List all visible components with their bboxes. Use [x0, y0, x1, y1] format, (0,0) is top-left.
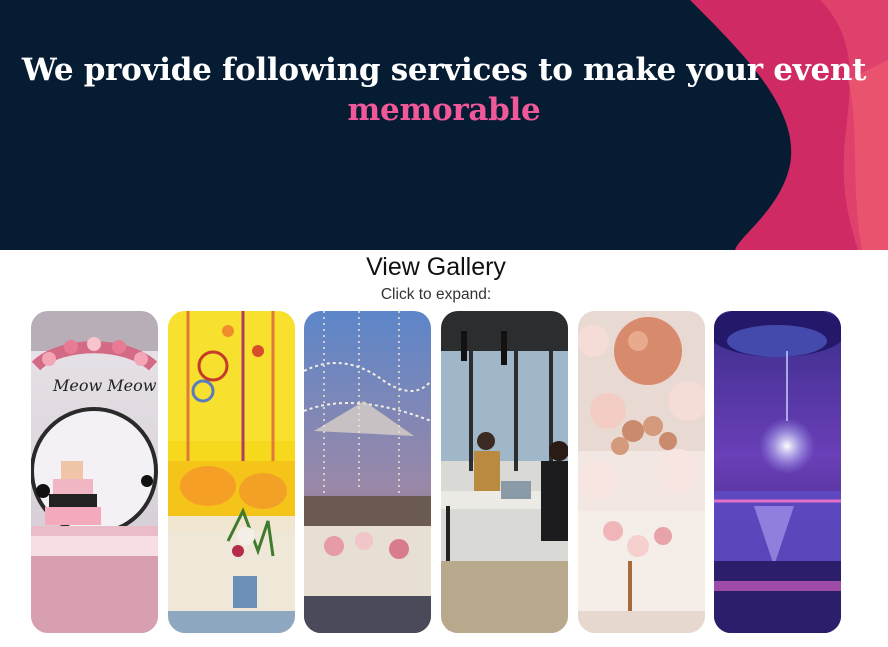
chandelier-ballroom-image — [714, 311, 841, 633]
gallery-card-ballroom[interactable] — [714, 311, 841, 633]
gallery-card-office[interactable] — [441, 311, 568, 633]
hero-title-main: We provide following services to make yo… — [21, 52, 867, 88]
gallery-title: View Gallery — [366, 253, 506, 281]
outdoor-dinner-image — [304, 311, 431, 633]
meow-backdrop-text: Meow Meow — [52, 376, 157, 395]
floral-decor-image — [168, 311, 295, 633]
gallery-card-floral[interactable] — [168, 311, 295, 633]
gallery-card-balloons[interactable] — [578, 311, 705, 633]
balloon-table-image — [578, 311, 705, 633]
hero-banner: We provide following services to make yo… — [0, 0, 888, 250]
gallery-card-birthday[interactable]: Meow Meow — [31, 311, 158, 633]
birthday-cake-image: Meow Meow — [31, 311, 158, 633]
gallery-subtitle: Click to expand: — [380, 286, 492, 303]
hero-title-accent: memorable — [347, 92, 541, 128]
gallery-card-dinner[interactable] — [304, 311, 431, 633]
hero-title: We provide following services to make yo… — [0, 50, 888, 130]
coworking-office-image — [441, 311, 568, 633]
